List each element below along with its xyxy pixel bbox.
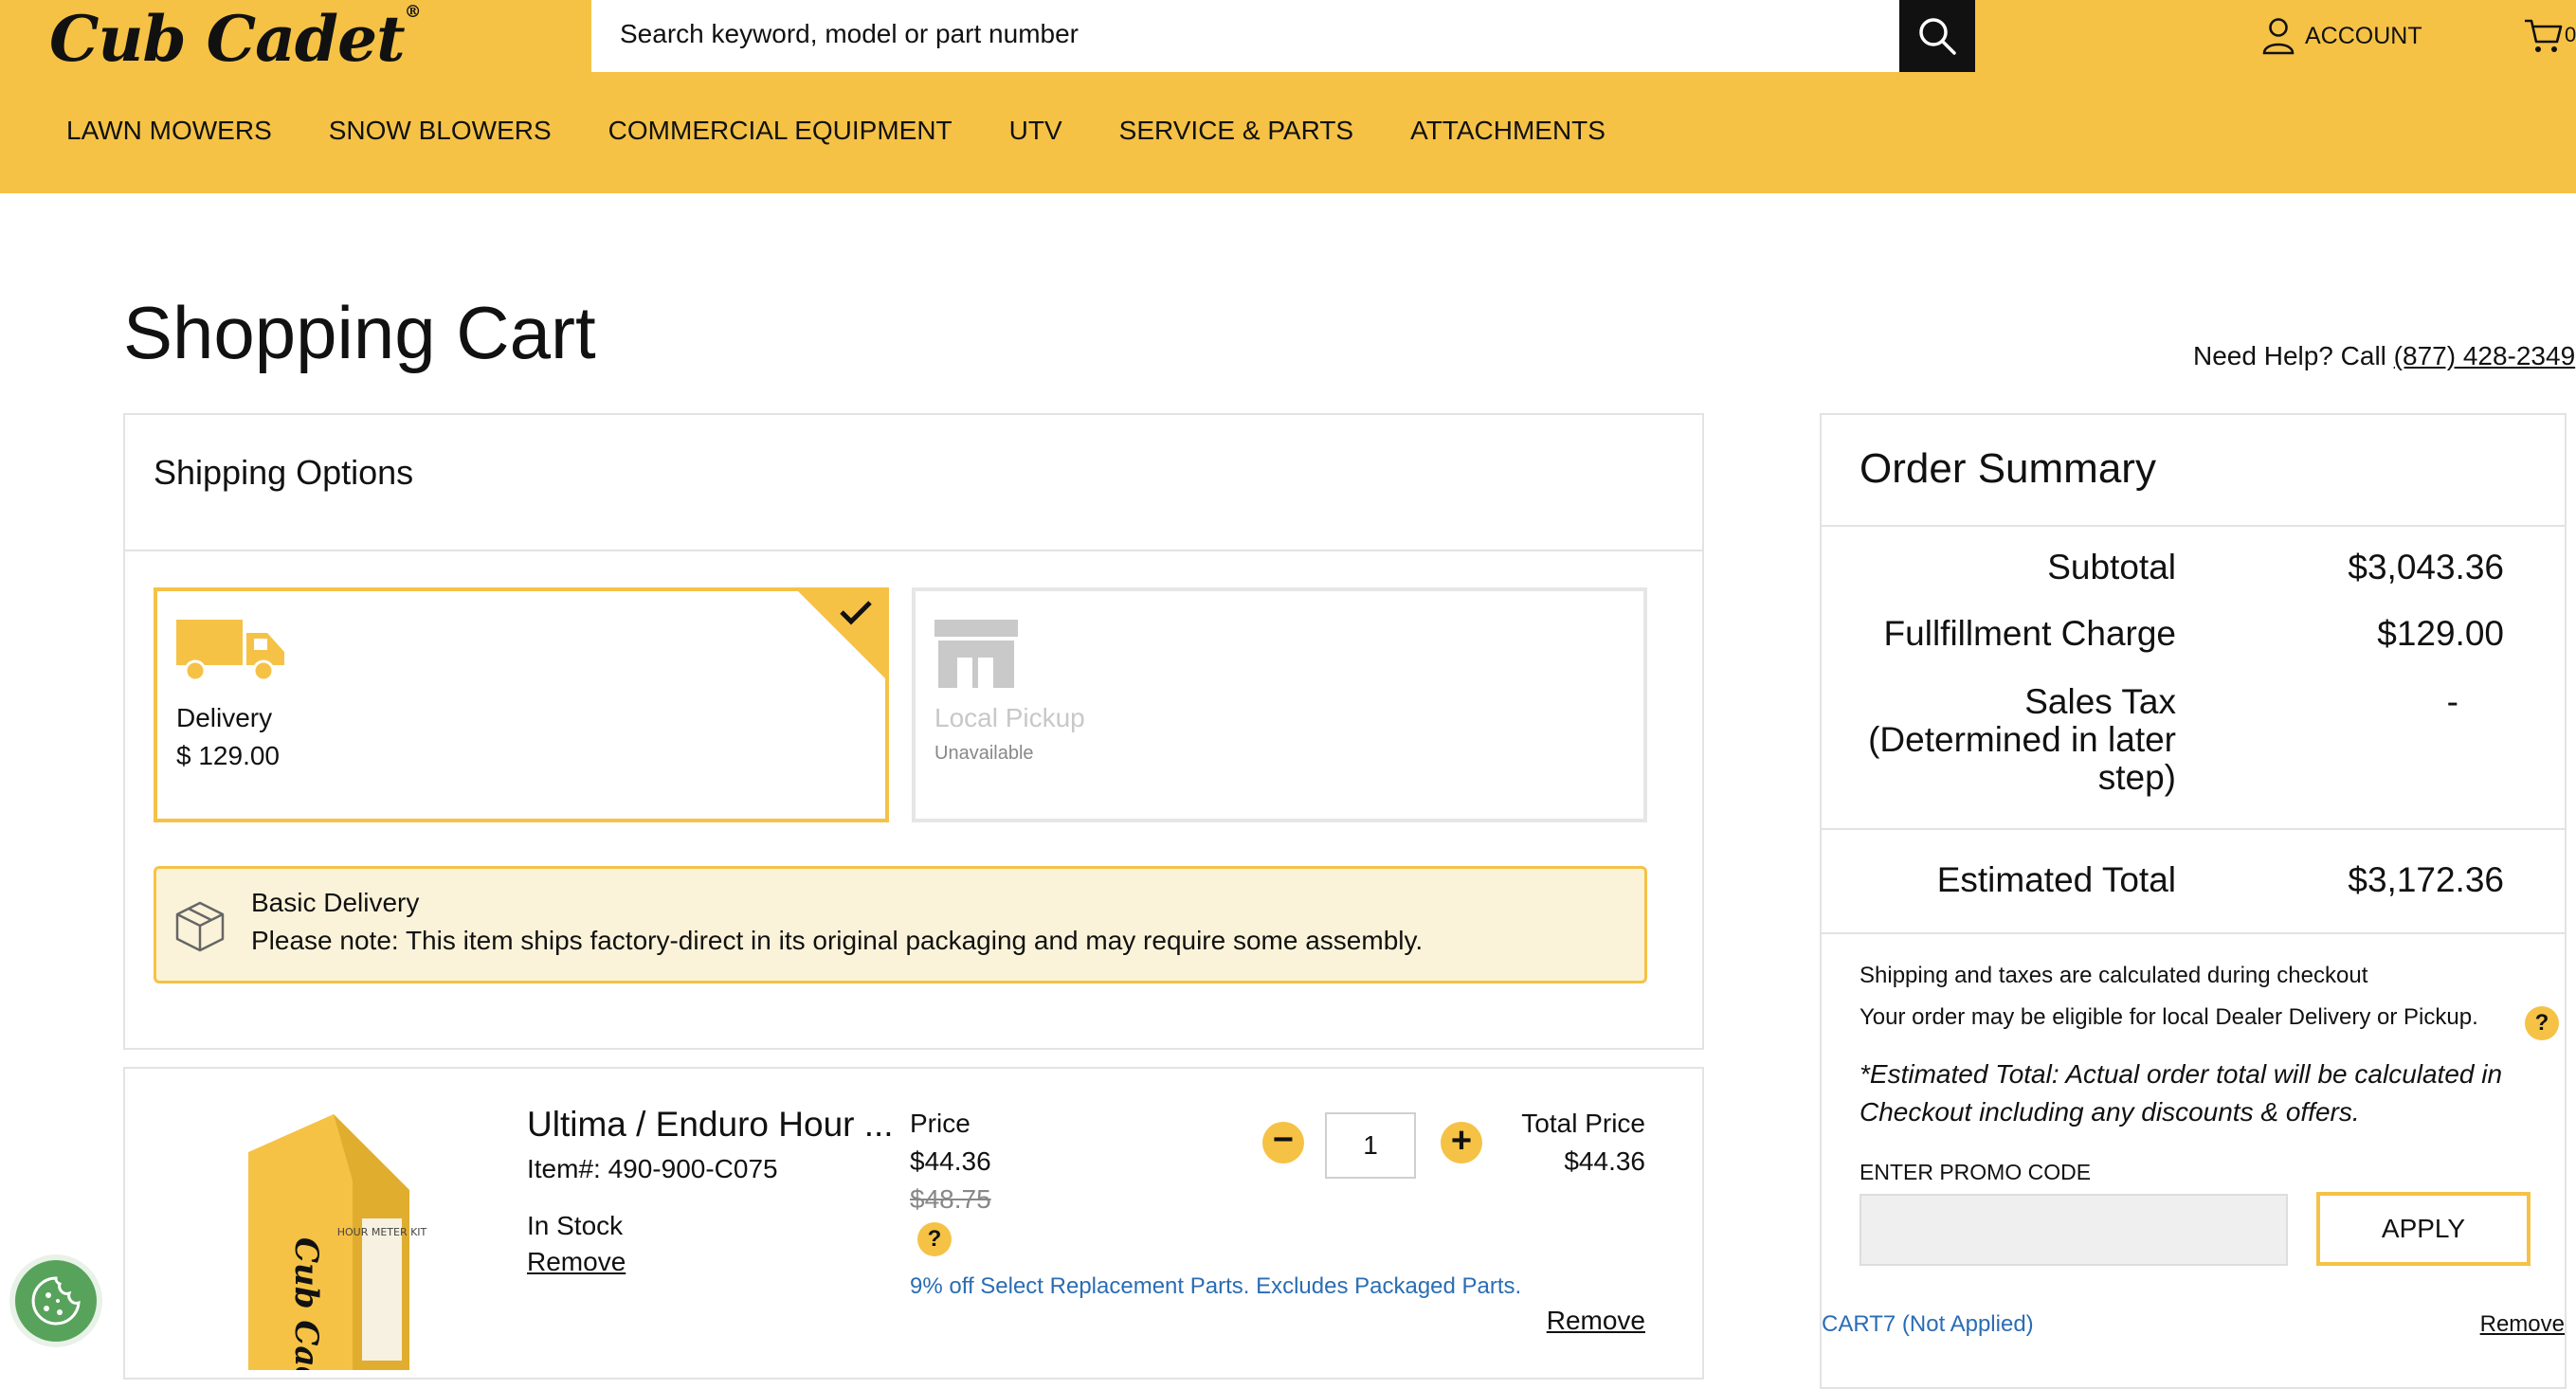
nav-snow-blowers[interactable]: SNOW BLOWERS <box>329 116 552 163</box>
search-input[interactable] <box>591 0 1928 68</box>
delivery-note-title: Basic Delivery <box>251 888 420 917</box>
plus-icon: + <box>1450 1121 1473 1161</box>
search-button[interactable] <box>1899 0 1975 72</box>
remove-link[interactable]: Remove <box>527 1247 626 1277</box>
cart-count: 0 <box>2565 23 2576 46</box>
selected-corner <box>798 591 885 678</box>
sales-tax-label-1: Sales Tax <box>2024 682 2176 721</box>
delivery-option-name: Delivery <box>176 703 273 732</box>
divider <box>1822 932 2565 934</box>
cookie-preferences-button[interactable] <box>9 1254 102 1347</box>
item-stock: In Stock <box>527 1211 624 1240</box>
cart-button[interactable] <box>2523 17 2563 60</box>
estimated-total-value: $3,172.36 <box>2348 860 2504 899</box>
search-bar <box>591 0 1975 72</box>
question-icon[interactable]: ? <box>917 1222 952 1256</box>
cookie-icon <box>31 1276 81 1326</box>
sales-tax-label-2: (Determined in later <box>1868 720 2176 759</box>
dealer-info-text: Your order may be eligible for local Dea… <box>1859 1004 2478 1030</box>
promo-code-label: ENTER PROMO CODE <box>1859 1160 2092 1184</box>
cart-item: HOUR METER KIT Cub Cadet Ultima / Enduro… <box>123 1067 1704 1380</box>
fulfillment-value: $129.00 <box>2377 614 2504 653</box>
account-label: ACCOUNT <box>2305 22 2422 49</box>
account-icon <box>2262 18 2295 55</box>
pickup-option-status: Unavailable <box>934 743 1034 764</box>
truck-icon <box>176 620 284 682</box>
question-icon[interactable]: ? <box>2525 1006 2559 1040</box>
brand-logo[interactable]: Cub Cadet® <box>49 2 422 76</box>
delivery-option[interactable]: Delivery $ 129.00 <box>154 587 889 822</box>
local-pickup-option[interactable]: Local Pickup Unavailable <box>912 587 1647 822</box>
help-phone-link[interactable]: (877) 428-2349 <box>2394 341 2575 370</box>
subtotal-label: Subtotal <box>2047 548 2176 586</box>
store-icon <box>934 620 1018 688</box>
nav-lawn-mowers[interactable]: LAWN MOWERS <box>66 116 272 163</box>
help-prefix: Need Help? Call <box>2193 341 2386 370</box>
shipping-info-text: Shipping and taxes are calculated during… <box>1859 963 2368 988</box>
fulfillment-label: Fullfillment Charge <box>1883 614 2176 653</box>
search-icon <box>1919 18 1956 55</box>
nav-attachments[interactable]: ATTACHMENTS <box>1410 116 1605 163</box>
sales-tax-label-3: step) <box>2097 758 2176 797</box>
main-nav: LAWN MOWERS SNOW BLOWERS COMMERCIAL EQUI… <box>0 116 1605 163</box>
delivery-note: Basic Delivery Please note: This item sh… <box>154 866 1647 983</box>
shipping-options-title: Shipping Options <box>154 453 414 492</box>
nav-commercial-equipment[interactable]: COMMERCIAL EQUIPMENT <box>608 116 952 163</box>
item-name[interactable]: Ultima / Enduro Hour ... <box>527 1105 894 1145</box>
box-icon <box>175 901 225 952</box>
shipping-options-panel: Shipping Options Delivery $ 129.00 Local… <box>123 413 1704 1050</box>
decrease-quantity-button[interactable]: − <box>1262 1122 1304 1164</box>
product-image[interactable]: HOUR METER KIT Cub Cadet <box>220 1114 428 1370</box>
delivery-option-price: $ 129.00 <box>176 741 280 770</box>
quantity-input[interactable]: 1 <box>1325 1112 1416 1179</box>
help-line: Need Help? Call (877) 428-2349 <box>2193 341 2575 371</box>
item-original-price: $48.75 <box>910 1184 991 1214</box>
product-image-brand: Cub Cadet <box>287 1237 325 1370</box>
promo-code-input[interactable] <box>1859 1194 2288 1266</box>
item-number: Item#: 490-900-C075 <box>527 1154 778 1183</box>
remove-link-2[interactable]: Remove <box>1547 1306 1645 1336</box>
item-total-price: $44.36 <box>1564 1146 1645 1176</box>
sales-tax-value: - <box>2446 682 2458 721</box>
cart-icon <box>2525 19 2563 52</box>
page-title: Shopping Cart <box>123 291 596 374</box>
total-price-label: Total Price <box>1521 1109 1645 1138</box>
applied-promo-code: CART7 (Not Applied) <box>1822 1311 2034 1337</box>
subtotal-value: $3,043.36 <box>2348 548 2504 586</box>
promo-remove-link[interactable]: Remove <box>2480 1311 2565 1338</box>
pickup-option-name: Local Pickup <box>934 703 1085 732</box>
estimated-total-disclaimer: *Estimated Total: Actual order total wil… <box>1859 1059 2503 1127</box>
shipping-options-header: Shipping Options <box>125 415 1702 551</box>
divider <box>1822 828 2565 830</box>
site-header: Cub Cadet® ACCOUNT 0 LAWN MOWERS SNOW BL… <box>0 0 2576 193</box>
account-link[interactable]: ACCOUNT <box>2261 17 2422 55</box>
order-summary-title: Order Summary <box>1859 445 2156 492</box>
minus-icon: − <box>1272 1120 1295 1160</box>
nav-utv[interactable]: UTV <box>1009 116 1062 163</box>
delivery-note-text: Please note: This item ships factory-dir… <box>251 926 1424 955</box>
increase-quantity-button[interactable]: + <box>1441 1122 1482 1164</box>
price-label: Price <box>910 1109 971 1138</box>
nav-service-parts[interactable]: SERVICE & PARTS <box>1119 116 1353 163</box>
divider <box>1822 525 2565 527</box>
apply-promo-button[interactable]: APPLY <box>2316 1192 2531 1266</box>
order-summary-panel: Order Summary Subtotal $3,043.36 Fullfil… <box>1820 413 2567 1389</box>
item-price: $44.36 <box>910 1146 991 1176</box>
estimated-total-label: Estimated Total <box>1936 860 2176 899</box>
product-image-label: HOUR METER KIT <box>337 1226 427 1238</box>
discount-text: 9% off Select Replacement Parts. Exclude… <box>910 1273 1522 1299</box>
